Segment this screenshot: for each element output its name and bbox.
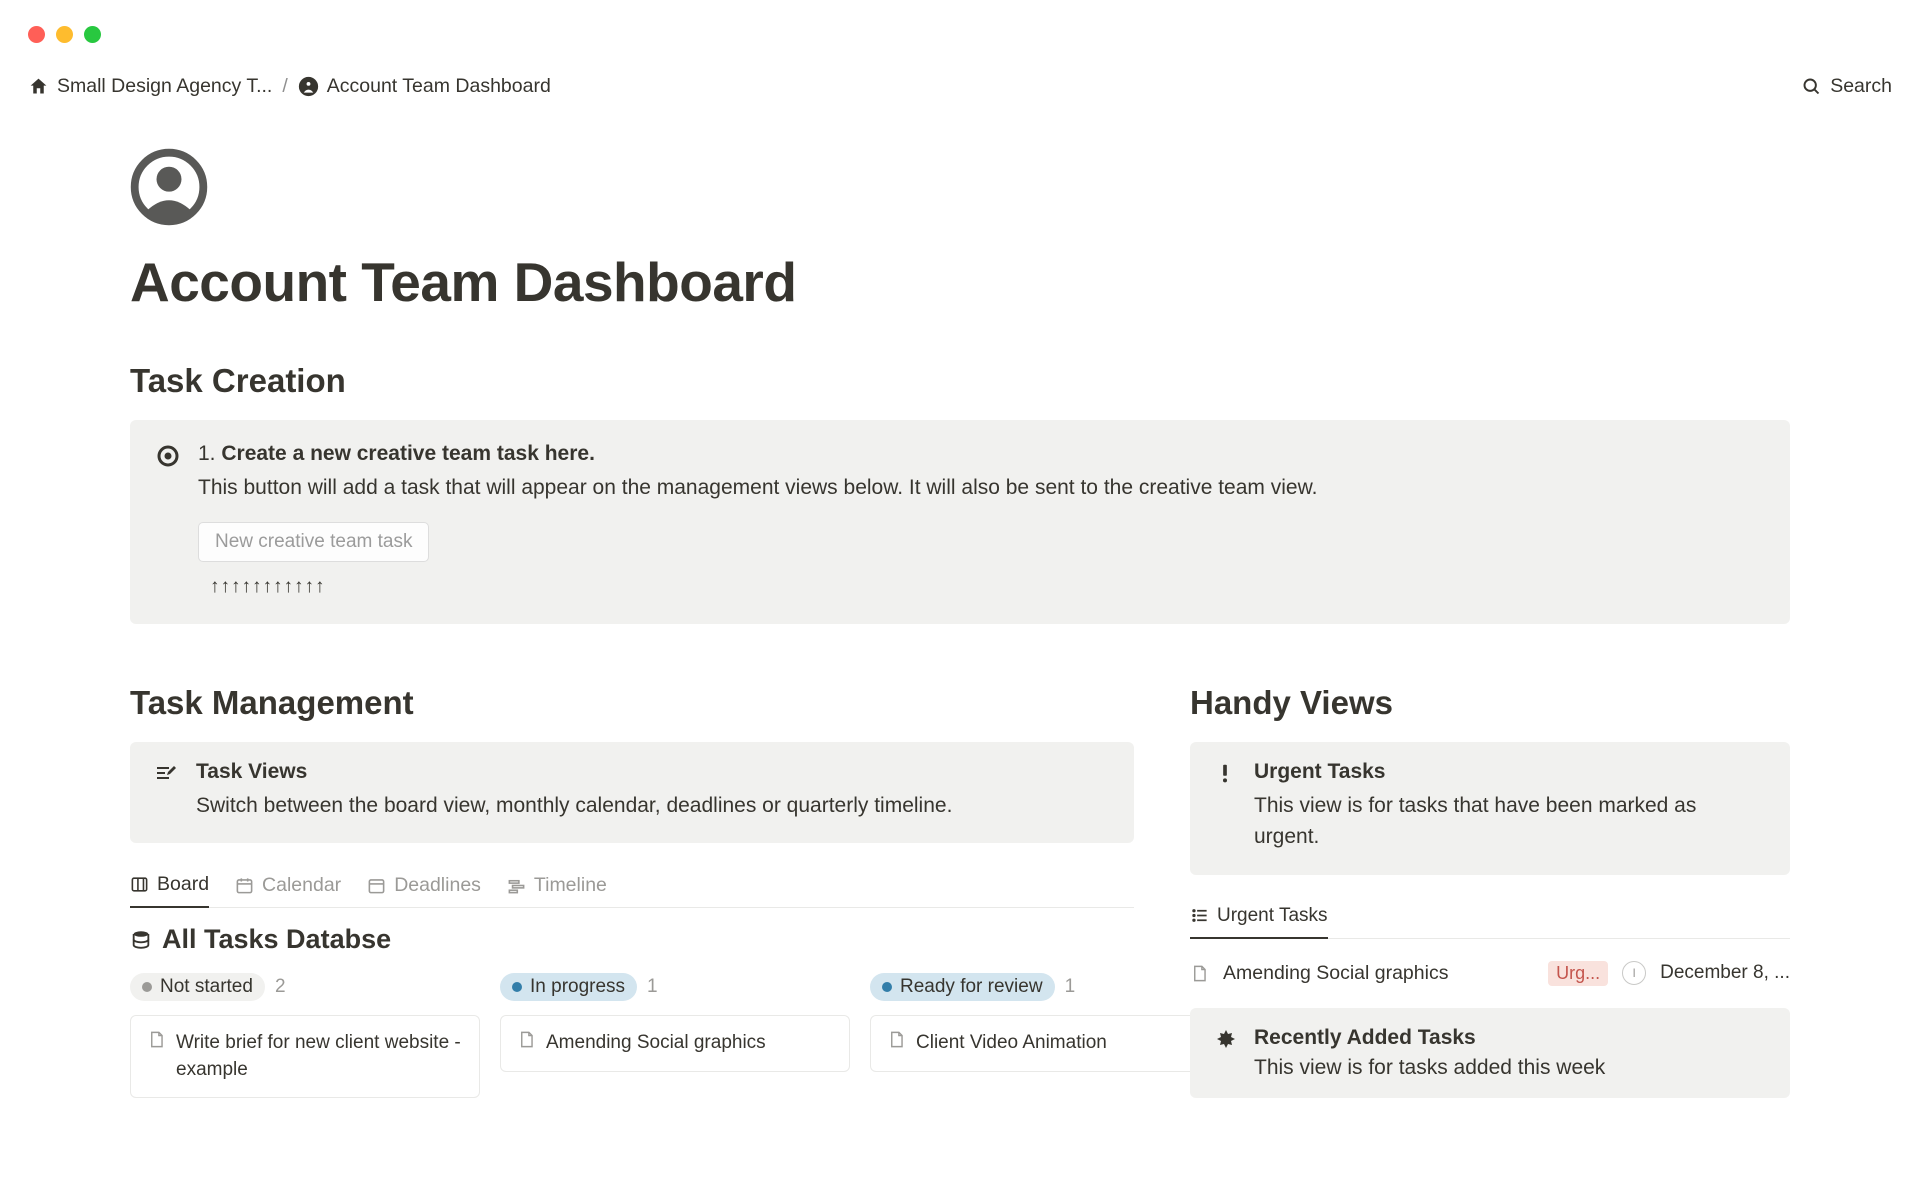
topbar: Small Design Agency T... / Account Team … — [0, 43, 1920, 98]
assignee-avatar: I — [1622, 961, 1646, 985]
card-title: Write brief for new client website - exa… — [176, 1030, 463, 1083]
urgent-date: December 8, ... — [1660, 962, 1790, 984]
callout-title-text: Create a new creative team task here. — [221, 442, 595, 465]
page-title: Account Team Dashboard — [130, 250, 1790, 314]
search-button[interactable]: Search — [1801, 75, 1892, 98]
tab-calendar[interactable]: Calendar — [235, 865, 341, 907]
calendar-icon — [235, 876, 254, 895]
board-count: 1 — [1065, 976, 1076, 998]
task-views-callout: Task Views Switch between the board view… — [130, 742, 1134, 844]
page-icon — [887, 1030, 906, 1049]
page-icon — [517, 1030, 536, 1049]
list-tab-urgent[interactable]: Urgent Tasks — [1190, 897, 1328, 939]
board-column-not-started: Not started 2 Write brief for new client… — [130, 973, 480, 1098]
board-icon — [130, 875, 149, 894]
columns: Task Management Task Views Switch betwee… — [130, 684, 1790, 1099]
page-icon — [1190, 964, 1209, 983]
board-column-ready: Ready for review 1 Client Video Animatio… — [870, 973, 1220, 1098]
urgent-task-row[interactable]: Amending Social graphics Urg... I Decemb… — [1190, 953, 1790, 994]
status-pill-not-started[interactable]: Not started — [130, 973, 265, 1001]
list-tab-label: Urgent Tasks — [1217, 905, 1328, 927]
board-column-in-progress: In progress 1 Amending Social graphics — [500, 973, 850, 1098]
list-icon — [1190, 906, 1209, 925]
exclamation-icon — [1214, 760, 1236, 853]
board: Not started 2 Write brief for new client… — [130, 973, 1134, 1098]
window-close-button[interactable] — [28, 26, 45, 43]
urgent-tasks-callout: Urgent Tasks This view is for tasks that… — [1190, 742, 1790, 875]
breadcrumb-separator: / — [282, 75, 287, 98]
tab-timeline[interactable]: Timeline — [507, 865, 607, 907]
urgent-badge: Urg... — [1548, 961, 1608, 986]
card-title: Amending Social graphics — [546, 1030, 766, 1057]
view-tabs: Board Calendar Deadlines Timeline — [130, 865, 1134, 908]
tab-deadlines-label: Deadlines — [394, 874, 481, 897]
tab-board-label: Board — [157, 873, 209, 896]
search-label: Search — [1830, 75, 1892, 98]
burst-icon — [1214, 1026, 1238, 1080]
calendar-icon — [367, 876, 386, 895]
pencil-edit-icon — [154, 760, 178, 822]
database-icon — [130, 929, 152, 951]
window-minimize-button[interactable] — [56, 26, 73, 43]
task-creation-callout: 1. Create a new creative team task here.… — [130, 420, 1790, 624]
home-icon — [28, 76, 49, 97]
timeline-icon — [507, 876, 526, 895]
status-pill-ready[interactable]: Ready for review — [870, 973, 1055, 1001]
window-maximize-button[interactable] — [84, 26, 101, 43]
task-management-column: Task Management Task Views Switch betwee… — [130, 684, 1134, 1099]
urgent-tasks-desc: This view is for tasks that have been ma… — [1254, 790, 1766, 853]
task-creation-heading: Task Creation — [130, 362, 1790, 400]
board-count: 2 — [275, 976, 286, 998]
person-circle-icon — [298, 76, 319, 97]
task-management-heading: Task Management — [130, 684, 1134, 722]
urgent-tasks-title: Urgent Tasks — [1254, 760, 1766, 784]
page-icon — [147, 1030, 166, 1049]
tab-board[interactable]: Board — [130, 865, 209, 908]
board-card[interactable]: Write brief for new client website - exa… — [130, 1015, 480, 1098]
recently-added-desc: This view is for tasks added this week — [1254, 1056, 1605, 1080]
target-icon — [156, 442, 180, 598]
callout-title: 1. Create a new creative team task here. — [198, 442, 1764, 466]
board-card[interactable]: Client Video Animation — [870, 1015, 1220, 1072]
urgent-row-title: Amending Social graphics — [1223, 962, 1534, 985]
search-icon — [1801, 76, 1822, 97]
callout-description: This button will add a task that will ap… — [198, 472, 1764, 504]
page-content: Account Team Dashboard Task Creation 1. … — [0, 98, 1920, 1098]
status-label: Ready for review — [900, 976, 1043, 998]
status-label: Not started — [160, 976, 253, 998]
board-card[interactable]: Amending Social graphics — [500, 1015, 850, 1072]
board-count: 1 — [647, 976, 658, 998]
tab-timeline-label: Timeline — [534, 874, 607, 897]
handy-views-heading: Handy Views — [1190, 684, 1790, 722]
status-pill-in-progress[interactable]: In progress — [500, 973, 637, 1001]
callout-arrows: ↑↑↑↑↑↑↑↑↑↑↑ — [210, 576, 1764, 598]
breadcrumb-item-root[interactable]: Small Design Agency T... — [28, 75, 272, 98]
breadcrumb-root-label: Small Design Agency T... — [57, 75, 272, 98]
list-tabs: Urgent Tasks — [1190, 897, 1790, 939]
card-title: Client Video Animation — [916, 1030, 1107, 1057]
new-creative-task-button[interactable]: New creative team task — [198, 522, 429, 562]
task-views-desc: Switch between the board view, monthly c… — [196, 790, 1110, 822]
recently-added-title: Recently Added Tasks — [1254, 1026, 1605, 1050]
breadcrumb: Small Design Agency T... / Account Team … — [28, 75, 551, 98]
tab-deadlines[interactable]: Deadlines — [367, 865, 481, 907]
breadcrumb-item-current[interactable]: Account Team Dashboard — [298, 75, 551, 98]
handy-views-column: Handy Views Urgent Tasks This view is fo… — [1190, 684, 1790, 1099]
database-title: All Tasks Databse — [162, 924, 391, 955]
breadcrumb-current-label: Account Team Dashboard — [327, 75, 551, 98]
task-views-title: Task Views — [196, 760, 1110, 784]
database-title-row[interactable]: All Tasks Databse — [130, 924, 1134, 955]
tab-calendar-label: Calendar — [262, 874, 341, 897]
recently-added-callout: Recently Added Tasks This view is for ta… — [1190, 1008, 1790, 1098]
callout-title-prefix: 1. — [198, 442, 221, 465]
window-traffic-lights — [0, 0, 1920, 43]
status-label: In progress — [530, 976, 625, 998]
page-icon[interactable] — [130, 148, 208, 226]
